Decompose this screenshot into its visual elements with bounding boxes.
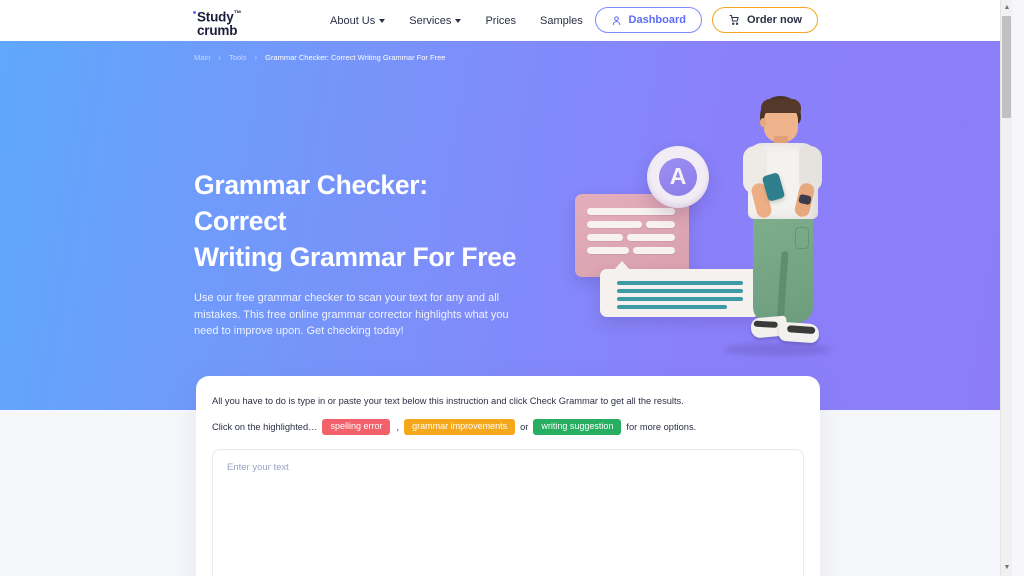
breadcrumb-item-tools[interactable]: Tools (229, 53, 247, 62)
logo-trademark: ™ (233, 9, 242, 18)
breadcrumb-item-current: Grammar Checker: Correct Writing Grammar… (265, 53, 446, 62)
logo-dot-icon (193, 11, 196, 14)
badge-grammar-improvements[interactable]: grammar improvements (404, 419, 516, 435)
dashboard-button-label: Dashboard (628, 14, 686, 26)
logo-second-line: crumb (197, 22, 238, 38)
scrollbar-thumb[interactable] (1002, 16, 1011, 118)
hero-section: Main › Tools › Grammar Checker: Correct … (0, 41, 1012, 410)
person-with-phone-illustration (713, 91, 843, 363)
legend-or: or (520, 422, 529, 432)
header-actions: Dashboard Order now (594, 7, 818, 33)
cart-icon (728, 14, 740, 26)
nav-label: About Us (330, 14, 376, 27)
nav-label: Samples (540, 14, 583, 27)
highlight-legend-suffix: for more options. (626, 422, 697, 432)
breadcrumb-separator-icon: › (254, 53, 258, 62)
nav-label: Prices (485, 14, 516, 27)
legend-comma: , (396, 422, 400, 432)
chevron-down-icon (379, 19, 386, 23)
hero-subtitle: Use our free grammar checker to scan you… (194, 292, 509, 337)
nav-item-about-us[interactable]: About Us (330, 14, 386, 27)
site-header: Study™ crumb About Us Services Prices Sa… (0, 0, 1012, 41)
badge-writing-suggestion[interactable]: writing suggestion (533, 419, 622, 435)
highlight-legend: Click on the highlighted… spelling error… (212, 419, 804, 435)
order-now-button[interactable]: Order now (711, 7, 818, 33)
scroll-down-arrow-icon[interactable]: ▼ (1003, 564, 1011, 572)
nav-item-samples[interactable]: Samples (540, 15, 583, 27)
breadcrumb: Main › Tools › Grammar Checker: Correct … (194, 53, 445, 62)
scroll-up-arrow-icon[interactable]: ▲ (1003, 4, 1011, 12)
page-title: Grammar Checker: Correct Writing Grammar… (194, 167, 524, 275)
text-input-placeholder: Enter your text (227, 462, 289, 473)
text-input-area[interactable]: Enter your text (212, 449, 804, 576)
nav-item-prices[interactable]: Prices (485, 15, 516, 27)
grammar-checker-card: All you have to do is type in or paste y… (196, 376, 820, 576)
page-title-line2: Writing Grammar For Free (194, 242, 517, 272)
nav-item-services[interactable]: Services (409, 14, 462, 27)
circled-a-badge-icon: A (647, 146, 709, 208)
breadcrumb-item-main[interactable]: Main (194, 53, 210, 62)
order-now-button-label: Order now (746, 14, 802, 26)
hero-content: Grammar Checker: Correct Writing Grammar… (194, 167, 524, 340)
vertical-scrollbar[interactable]: ▲ ▼ (1000, 0, 1012, 576)
badge-spelling-error[interactable]: spelling error (322, 419, 391, 435)
page-title-line1: Grammar Checker: Correct (194, 170, 428, 236)
hero-illustration: A (555, 91, 855, 391)
chevron-down-icon (455, 19, 462, 23)
dashboard-button[interactable]: Dashboard (594, 7, 702, 33)
site-logo[interactable]: Study™ crumb (193, 7, 242, 38)
breadcrumb-separator-icon: › (218, 53, 221, 62)
instruction-text: All you have to do is type in or paste y… (212, 396, 684, 406)
nav-label: Services (409, 14, 452, 27)
letter-a-glyph: A (669, 163, 687, 189)
user-icon (611, 15, 622, 26)
highlight-legend-prefix: Click on the highlighted… (212, 422, 318, 432)
page-root: Study™ crumb About Us Services Prices Sa… (0, 0, 1012, 576)
